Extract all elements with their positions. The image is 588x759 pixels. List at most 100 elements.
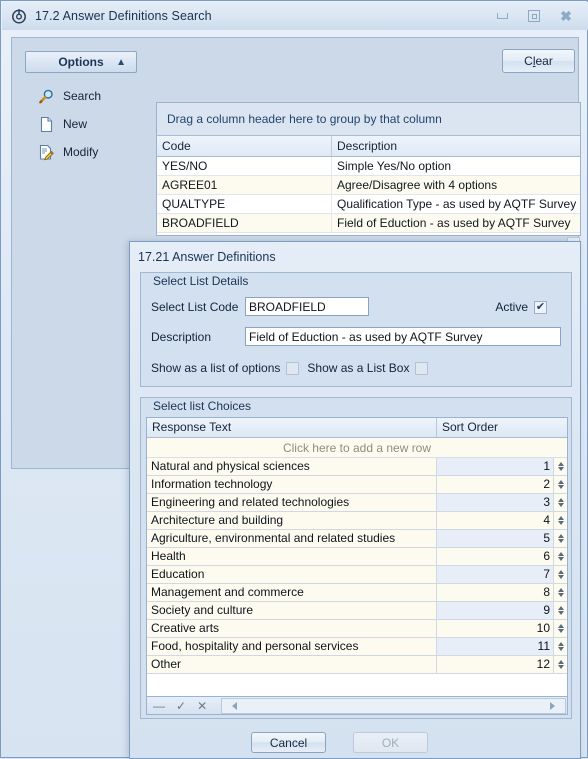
cell-code: QUALTYPE bbox=[157, 195, 332, 213]
sort-order-stepper[interactable] bbox=[554, 620, 567, 637]
cell-code: YES/NO bbox=[157, 157, 332, 175]
sort-order-stepper[interactable] bbox=[554, 638, 567, 655]
list-item[interactable]: Education 7 bbox=[147, 566, 567, 584]
show-as-list-box-checkbox[interactable] bbox=[415, 361, 429, 375]
sort-order-stepper[interactable] bbox=[554, 548, 567, 565]
cell-sort-order[interactable]: 6 bbox=[437, 548, 567, 565]
table-row[interactable]: AGREE01 Agree/Disagree with 4 options bbox=[157, 176, 580, 195]
page-icon bbox=[37, 115, 55, 133]
list-item[interactable]: Health 6 bbox=[147, 548, 567, 566]
cell-sort-order[interactable]: 4 bbox=[437, 512, 567, 529]
cell-sort-order[interactable]: 5 bbox=[437, 530, 567, 547]
group-by-dropzone[interactable]: Drag a column header here to group by th… bbox=[157, 103, 580, 136]
sort-order-value: 9 bbox=[437, 602, 554, 619]
sort-order-value: 5 bbox=[437, 530, 554, 547]
list-item[interactable]: Architecture and building 4 bbox=[147, 512, 567, 530]
sort-order-stepper[interactable] bbox=[554, 566, 567, 583]
row-edit-tools: — ✓ ✕ bbox=[147, 700, 207, 712]
active-checkbox[interactable]: ✔ bbox=[534, 300, 547, 314]
list-item[interactable]: Information technology 2 bbox=[147, 476, 567, 494]
sort-order-value: 11 bbox=[437, 638, 554, 655]
cell-description: Agree/Disagree with 4 options bbox=[337, 178, 498, 192]
choices-grid-hscrollbar[interactable] bbox=[221, 697, 566, 714]
cell-sort-order[interactable]: 12 bbox=[437, 656, 567, 673]
options-list: Search New Modify bbox=[37, 85, 157, 169]
show-as-list-of-options-checkbox[interactable] bbox=[286, 361, 300, 375]
app-target-icon bbox=[10, 7, 28, 25]
sidebar-item-label: Modify bbox=[63, 145, 99, 159]
magnifier-icon bbox=[37, 87, 55, 105]
dialog-title: 17.21 Answer Definitions bbox=[138, 250, 276, 264]
sort-order-stepper[interactable] bbox=[554, 602, 567, 619]
clear-button-label-prefix: C bbox=[524, 54, 533, 68]
select-list-code-input[interactable] bbox=[245, 297, 369, 316]
page-edit-icon bbox=[37, 143, 55, 161]
cell-response-text: Society and culture bbox=[147, 602, 437, 619]
sidebar-item-label: Search bbox=[63, 89, 102, 103]
ok-button[interactable]: OK bbox=[353, 732, 428, 753]
confirm-edit-icon[interactable]: ✓ bbox=[176, 700, 186, 712]
column-header-code[interactable]: Code bbox=[157, 136, 332, 156]
cell-response-text: Other bbox=[147, 656, 437, 673]
column-header-description[interactable]: Description bbox=[332, 136, 580, 156]
cell-sort-order[interactable]: 2 bbox=[437, 476, 567, 493]
cell-sort-order[interactable]: 10 bbox=[437, 620, 567, 637]
description-input[interactable] bbox=[245, 327, 561, 346]
cell-response-text: Agriculture, environmental and related s… bbox=[147, 530, 437, 547]
table-row[interactable]: QUALTYPE Qualification Type - as used by… bbox=[157, 195, 580, 214]
clear-button[interactable]: Cl ear bbox=[502, 49, 575, 73]
sort-order-value: 10 bbox=[437, 620, 554, 637]
list-item[interactable]: Natural and physical sciences 1 bbox=[147, 458, 567, 476]
sort-order-stepper[interactable] bbox=[554, 656, 567, 673]
list-item[interactable]: Management and commerce 8 bbox=[147, 584, 567, 602]
sort-order-stepper[interactable] bbox=[554, 530, 567, 547]
sort-order-stepper[interactable] bbox=[554, 512, 567, 529]
cell-response-text: Engineering and related technologies bbox=[147, 494, 437, 511]
sidebar-item-search[interactable]: Search bbox=[37, 85, 157, 107]
table-row[interactable]: BROADFIELD Field of Eduction - as used b… bbox=[157, 214, 580, 233]
cell-description: Simple Yes/No option bbox=[337, 159, 452, 173]
options-group-header[interactable]: Options ▲ bbox=[25, 51, 137, 73]
cell-sort-order[interactable]: 9 bbox=[437, 602, 567, 619]
cancel-edit-icon[interactable]: ✕ bbox=[197, 700, 207, 712]
cell-sort-order[interactable]: 11 bbox=[437, 638, 567, 655]
delete-row-icon[interactable]: — bbox=[153, 700, 165, 712]
application-window: 17.2 Answer Definitions Search ✖ Options… bbox=[0, 0, 588, 759]
list-item[interactable]: Other 12 bbox=[147, 656, 567, 674]
scroll-right-icon[interactable] bbox=[550, 701, 555, 710]
column-header-response-text[interactable]: Response Text bbox=[147, 418, 437, 437]
options-label: Options bbox=[58, 55, 104, 69]
sidebar-item-new[interactable]: New bbox=[37, 113, 157, 135]
add-new-row[interactable]: Click here to add a new row bbox=[147, 438, 567, 458]
sort-order-value: 4 bbox=[437, 512, 554, 529]
close-icon[interactable]: ✖ bbox=[558, 8, 574, 24]
active-label: Active bbox=[495, 300, 528, 314]
list-item[interactable]: Agriculture, environmental and related s… bbox=[147, 530, 567, 548]
sidebar-item-modify[interactable]: Modify bbox=[37, 141, 157, 163]
cell-sort-order[interactable]: 8 bbox=[437, 584, 567, 601]
cell-sort-order[interactable]: 7 bbox=[437, 566, 567, 583]
sort-order-stepper[interactable] bbox=[554, 584, 567, 601]
cell-sort-order[interactable]: 3 bbox=[437, 494, 567, 511]
restore-icon[interactable] bbox=[526, 8, 542, 24]
sort-order-stepper[interactable] bbox=[554, 494, 567, 511]
results-grid-header: Code Description bbox=[157, 136, 580, 157]
sort-order-stepper[interactable] bbox=[554, 458, 567, 475]
sort-order-stepper[interactable] bbox=[554, 476, 567, 493]
clear-button-label-suffix: ear bbox=[535, 54, 553, 68]
results-grid: Drag a column header here to group by th… bbox=[156, 102, 581, 236]
cell-sort-order[interactable]: 1 bbox=[437, 458, 567, 475]
cell-response-text: Creative arts bbox=[147, 620, 437, 637]
column-header-sort-order[interactable]: Sort Order bbox=[437, 418, 567, 437]
scroll-left-icon[interactable] bbox=[232, 701, 238, 710]
minimize-icon[interactable] bbox=[494, 8, 510, 24]
cancel-button[interactable]: Cancel bbox=[251, 732, 326, 753]
window-controls: ✖ bbox=[494, 8, 574, 24]
list-item[interactable]: Engineering and related technologies 3 bbox=[147, 494, 567, 512]
table-row[interactable]: YES/NO Simple Yes/No option bbox=[157, 157, 580, 176]
list-item[interactable]: Creative arts 10 bbox=[147, 620, 567, 638]
list-item[interactable]: Society and culture 9 bbox=[147, 602, 567, 620]
show-as-list-of-options-label: Show as a list of options bbox=[151, 361, 281, 375]
chevron-up-icon: ▲ bbox=[116, 56, 126, 68]
list-item[interactable]: Food, hospitality and personal services … bbox=[147, 638, 567, 656]
